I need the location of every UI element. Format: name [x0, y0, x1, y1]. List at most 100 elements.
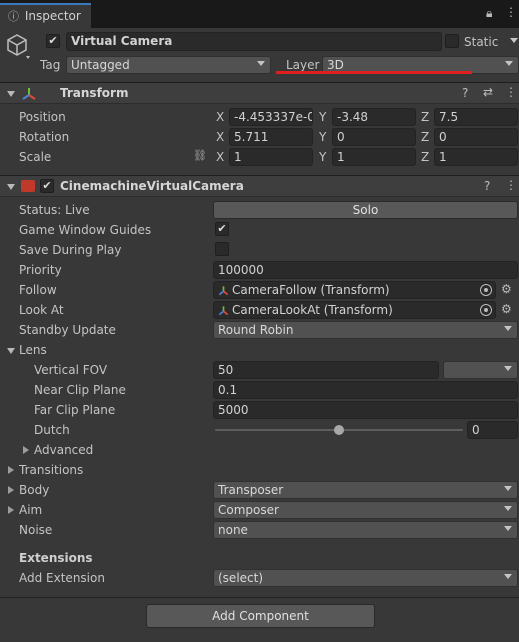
tag-value: Untagged — [71, 58, 130, 72]
rotation-label: Rotation — [19, 130, 70, 144]
noise-dropdown[interactable]: none — [213, 521, 518, 539]
scale-x-input[interactable]: 1 — [229, 148, 313, 166]
layer-label: Layer — [286, 58, 320, 72]
kebab-menu-icon[interactable]: ⋮ — [505, 5, 517, 19]
extensions-heading: Extensions — [19, 551, 93, 565]
standby-update-value: Round Robin — [218, 323, 294, 337]
rotation-z-input[interactable]: 0 — [434, 128, 518, 146]
follow-field[interactable]: CameraFollow (Transform) — [213, 281, 496, 299]
gear-icon[interactable]: ⚙ — [501, 282, 512, 296]
scale-label: Scale — [19, 150, 52, 164]
position-label: Position — [19, 110, 66, 124]
lookat-value: CameraLookAt (Transform) — [232, 303, 393, 317]
aim-label[interactable]: Aim — [19, 503, 42, 517]
solo-button[interactable]: Solo — [213, 201, 518, 219]
rotation-x-input[interactable]: 5.711 — [229, 128, 313, 146]
tag-dropdown[interactable]: Untagged — [66, 56, 271, 74]
standby-update-label: Standby Update — [19, 323, 116, 337]
add-extension-label: Add Extension — [19, 571, 105, 585]
axis-y: Y — [319, 150, 327, 164]
vertical-fov-label: Vertical FOV — [34, 363, 108, 377]
position-x-input[interactable]: -4.453337e-0 — [229, 108, 313, 126]
gear-icon[interactable]: ⚙ — [501, 302, 512, 316]
component-menu-icon[interactable]: ⋮ — [505, 85, 517, 99]
position-y-input[interactable]: -3.48 — [332, 108, 416, 126]
preset-icon[interactable]: ⇄ — [483, 85, 493, 99]
vcam-enabled-checkbox[interactable]: ✔ — [40, 179, 54, 193]
red-underline-annotation — [276, 71, 472, 74]
fov-preset-dropdown[interactable] — [443, 361, 518, 379]
dutch-slider-track[interactable] — [215, 425, 463, 435]
lens-label[interactable]: Lens — [19, 343, 47, 357]
body-foldout-icon[interactable] — [8, 486, 14, 494]
lookat-label: Look At — [19, 303, 64, 317]
priority-input[interactable]: 100000 — [213, 261, 518, 279]
vcam-title: CinemachineVirtualCamera — [60, 179, 244, 193]
transform-icon — [218, 286, 229, 296]
lens-foldout-icon[interactable] — [7, 348, 15, 354]
axis-z: Z — [421, 110, 430, 124]
dutch-label: Dutch — [34, 423, 70, 437]
transitions-foldout-icon[interactable] — [8, 466, 14, 474]
axis-z: Z — [421, 130, 430, 144]
component-menu-icon[interactable]: ⋮ — [505, 178, 517, 192]
foldout-arrow-icon[interactable] — [7, 184, 15, 190]
far-clip-input[interactable]: 5000 — [213, 401, 518, 419]
object-picker-icon[interactable] — [480, 284, 492, 296]
game-window-guides-checkbox[interactable]: ✔ — [215, 222, 229, 236]
axis-z: Z — [421, 150, 430, 164]
axis-x: X — [216, 150, 225, 164]
status-label: Status: Live — [19, 203, 90, 217]
lock-icon[interactable]: 🔒︎ — [486, 6, 492, 21]
dutch-slider-thumb[interactable] — [334, 425, 344, 435]
body-dropdown[interactable]: Transposer — [213, 481, 518, 499]
advanced-label[interactable]: Advanced — [34, 443, 93, 457]
noise-value: none — [218, 523, 248, 537]
body-label[interactable]: Body — [19, 483, 49, 497]
active-checkbox[interactable]: ✔ — [46, 34, 60, 48]
static-dropdown[interactable] — [510, 34, 519, 52]
scale-z-input[interactable]: 1 — [434, 148, 518, 166]
vertical-fov-input[interactable]: 50 — [213, 361, 439, 379]
save-during-play-checkbox[interactable] — [215, 242, 229, 256]
add-component-button[interactable]: Add Component — [146, 604, 375, 628]
scale-y-input[interactable]: 1 — [332, 148, 416, 166]
constrain-proportions-icon[interactable]: ⛓︎ — [193, 149, 207, 162]
body-value: Transposer — [218, 483, 284, 497]
standby-update-dropdown[interactable]: Round Robin — [213, 321, 518, 339]
aim-dropdown[interactable]: Composer — [213, 501, 518, 519]
static-checkbox[interactable] — [445, 34, 459, 48]
tab-inspector-label: Inspector — [24, 9, 81, 23]
tab-bar: ⓘ Inspector 🔒︎ ⋮ — [0, 0, 519, 28]
rotation-y-input[interactable]: 0 — [332, 128, 416, 146]
position-z-input[interactable]: 7.5 — [434, 108, 518, 126]
add-extension-dropdown[interactable]: (select) — [213, 569, 518, 587]
vcam-header[interactable]: ✔ CinemachineVirtualCamera ? ⋮ — [0, 175, 519, 197]
dutch-input[interactable]: 0 — [467, 421, 518, 439]
help-icon[interactable]: ? — [462, 86, 468, 100]
tag-label: Tag — [40, 58, 61, 72]
object-name-input[interactable]: Virtual Camera — [66, 32, 442, 51]
tab-inspector[interactable]: ⓘ Inspector — [0, 3, 91, 28]
info-icon: ⓘ — [8, 10, 19, 23]
follow-label: Follow — [19, 283, 57, 297]
add-extension-value: (select) — [218, 571, 264, 585]
transitions-label[interactable]: Transitions — [19, 463, 83, 477]
foldout-arrow-icon[interactable] — [7, 91, 15, 97]
lookat-field[interactable]: CameraLookAt (Transform) — [213, 301, 496, 319]
follow-value: CameraFollow (Transform) — [232, 283, 390, 297]
near-clip-label: Near Clip Plane — [34, 383, 126, 397]
near-clip-input[interactable]: 0.1 — [213, 381, 518, 399]
priority-label: Priority — [19, 263, 62, 277]
gameobject-icon — [7, 34, 30, 59]
axis-x: X — [216, 110, 225, 124]
advanced-foldout-icon[interactable] — [23, 446, 29, 454]
noise-label: Noise — [19, 523, 53, 537]
divider — [0, 597, 519, 598]
transform-header[interactable]: Transform ? ⇄ ⋮ — [0, 82, 519, 104]
axis-y: Y — [319, 110, 327, 124]
transform-icon — [22, 88, 36, 100]
object-picker-icon[interactable] — [480, 304, 492, 316]
help-icon[interactable]: ? — [484, 179, 490, 193]
aim-foldout-icon[interactable] — [8, 506, 14, 514]
